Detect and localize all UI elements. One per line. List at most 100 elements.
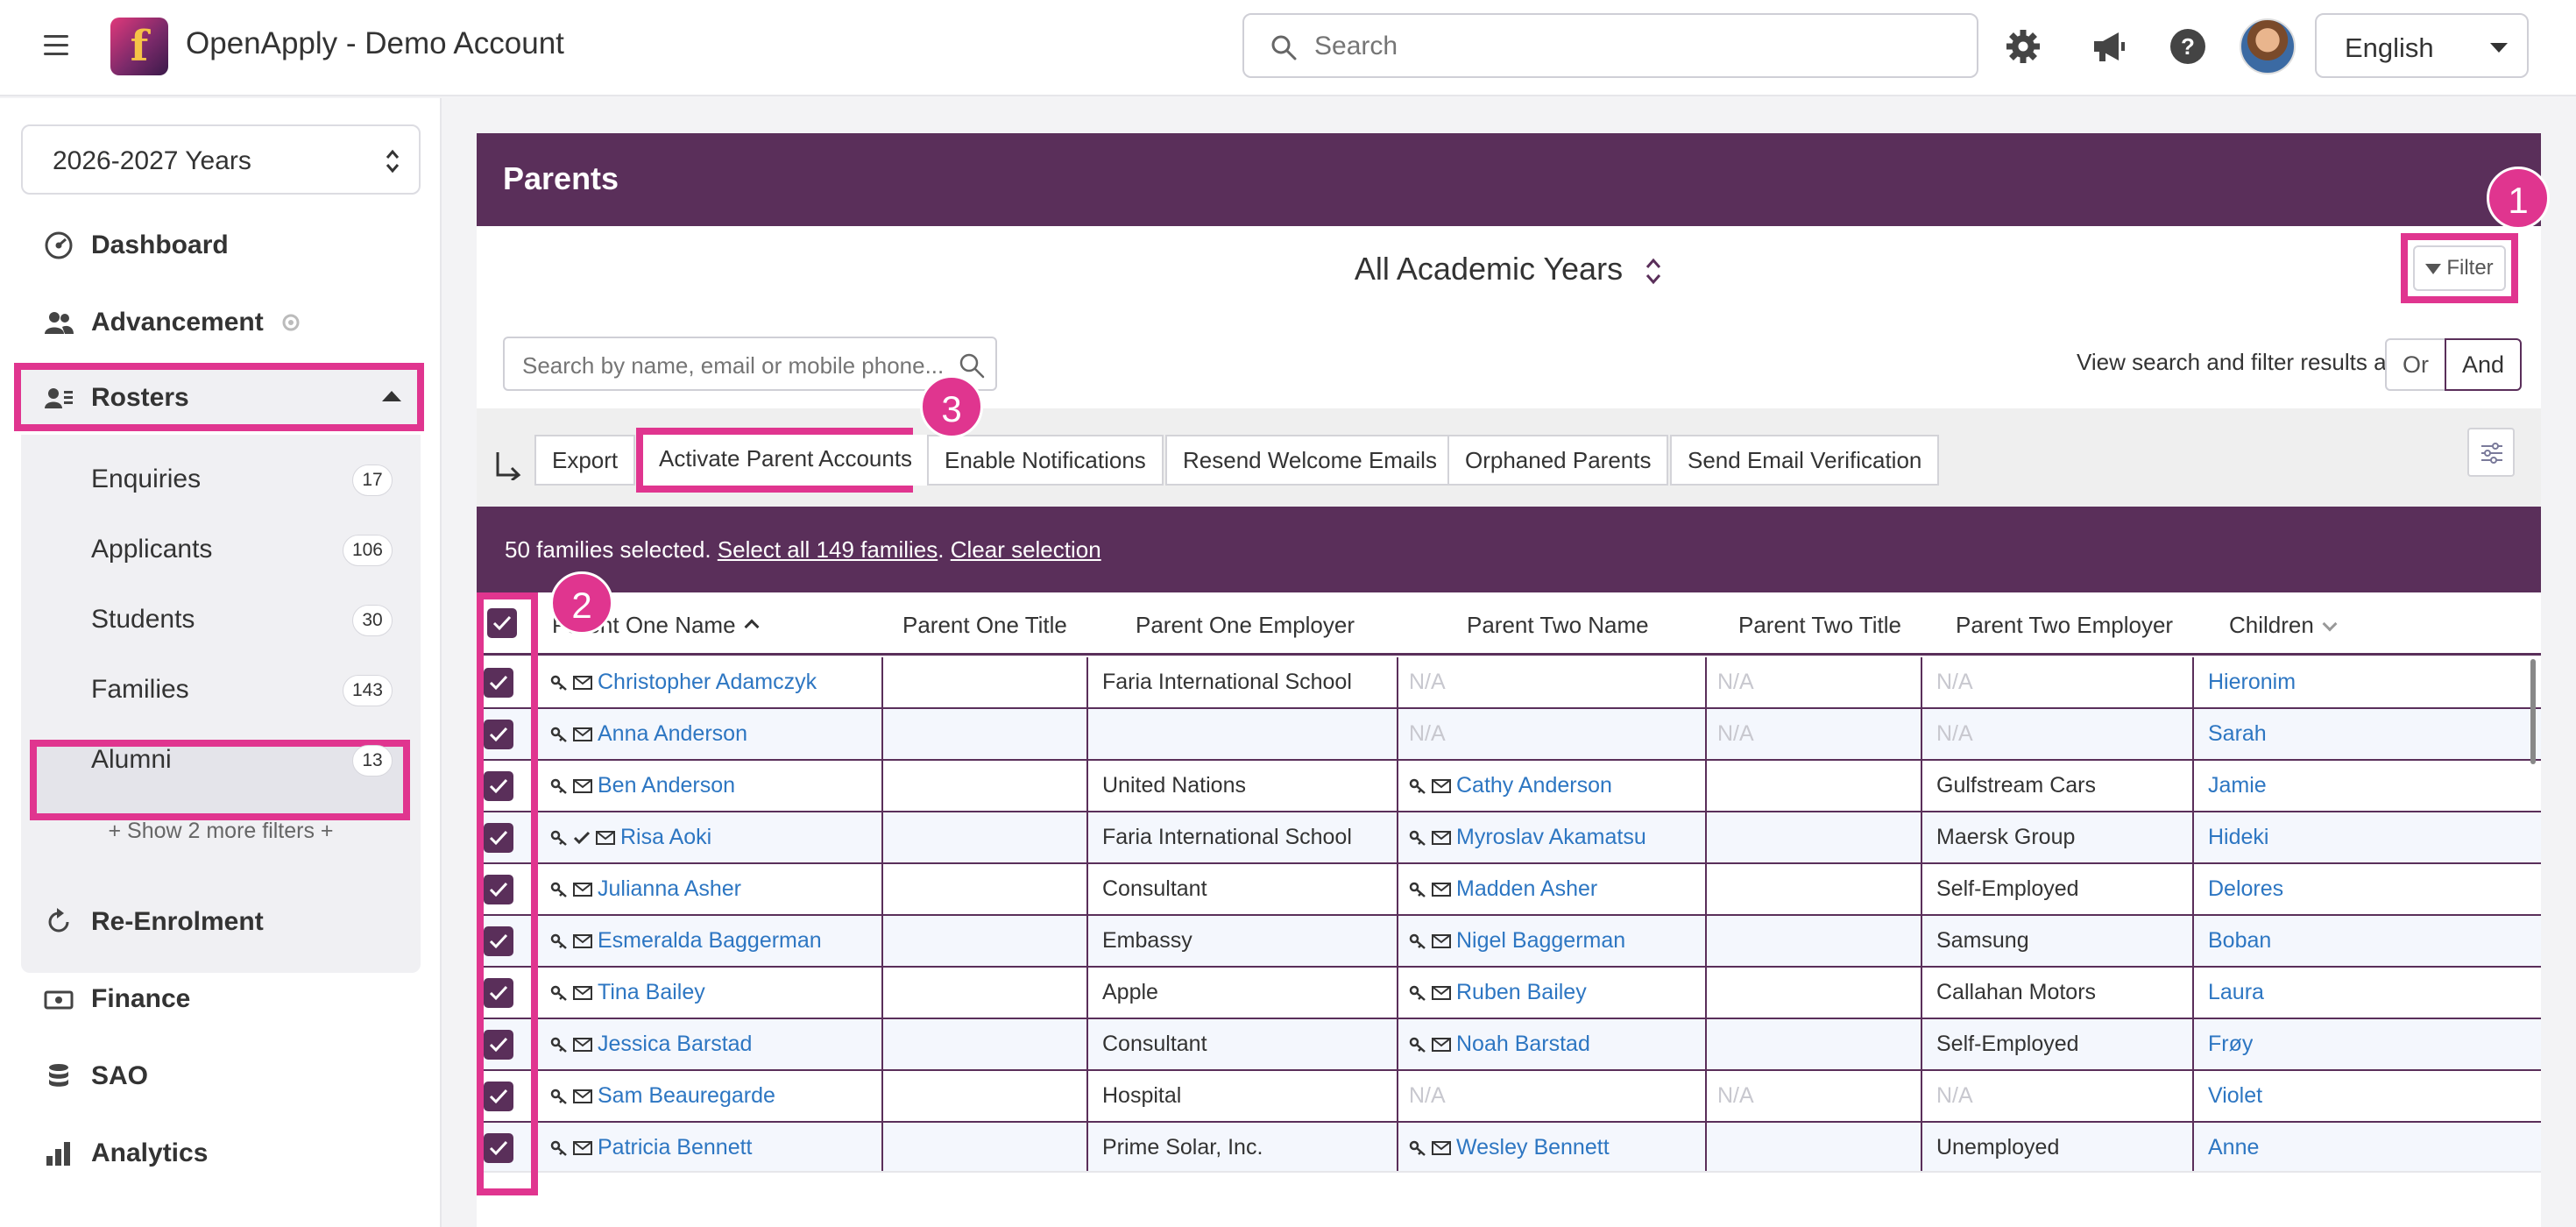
nav-rosters[interactable]: Rosters [44, 372, 189, 424]
row-checkbox[interactable] [484, 720, 513, 749]
global-search[interactable] [1242, 13, 1978, 78]
academic-years-select[interactable]: All Academic Years [477, 251, 2541, 290]
nav-sao[interactable]: SAO [44, 1050, 148, 1103]
orphaned-parents-button[interactable]: Orphaned Parents [1447, 435, 1669, 486]
app-logo[interactable]: f [110, 18, 168, 75]
child-link[interactable]: Frøy [2208, 1019, 2253, 1069]
child-link[interactable]: Laura [2208, 968, 2264, 1018]
row-checkbox[interactable] [484, 823, 513, 853]
table-row[interactable]: Sam Beauregarde Hospital N/A N/A N/A Violet [477, 1071, 2541, 1123]
sub-item-applicants[interactable]: Applicants 106 [91, 524, 393, 577]
parent-two-link[interactable]: Cathy Anderson [1456, 773, 1612, 798]
table-scrollbar[interactable] [2530, 659, 2536, 764]
cell-divider [1921, 1019, 1922, 1069]
cell-divider [1086, 1071, 1088, 1121]
parent-one-link[interactable]: Esmeralda Baggerman [598, 928, 822, 953]
view-and-toggle[interactable]: And [2445, 338, 2522, 391]
table-row[interactable]: Julianna Asher Consultant Madden Asher Self… [477, 864, 2541, 916]
enable-notifications-button[interactable]: Enable Notifications [927, 435, 1164, 486]
nav-analytics[interactable]: Analytics [44, 1127, 208, 1180]
row-checkbox[interactable] [484, 668, 513, 698]
nav-dashboard[interactable]: Dashboard [44, 219, 229, 272]
megaphone-icon[interactable] [2089, 26, 2129, 67]
parent-two-link[interactable]: Ruben Bailey [1456, 980, 1587, 1004]
send-email-verification-button[interactable]: Send Email Verification [1670, 435, 1940, 486]
table-search[interactable] [503, 337, 997, 391]
sub-item-students[interactable]: Students 30 [91, 594, 393, 647]
nav-re-enrolment[interactable]: Re-Enrolment [44, 896, 264, 948]
child-link[interactable]: Delores [2208, 864, 2283, 914]
clear-selection-link[interactable]: Clear selection [951, 536, 1101, 563]
updown-icon [386, 149, 400, 174]
global-search-input[interactable] [1314, 27, 1945, 66]
parent-one-link[interactable]: Ben Anderson [598, 773, 735, 798]
parent-one-link[interactable]: Tina Bailey [598, 980, 705, 1004]
cell-divider [1705, 1019, 1707, 1069]
resend-welcome-button[interactable]: Resend Welcome Emails [1165, 435, 1454, 486]
child-link[interactable]: Jamie [2208, 761, 2267, 811]
table-row[interactable]: Esmeralda Baggerman Embassy Nigel Baggerma… [477, 916, 2541, 968]
child-link[interactable]: Hideki [2208, 812, 2268, 862]
parent-one-link[interactable]: Jessica Barstad [598, 1032, 752, 1056]
parent-two-link[interactable]: Noah Barstad [1456, 1032, 1590, 1056]
child-link[interactable]: Violet [2208, 1071, 2262, 1121]
table-search-input[interactable] [522, 349, 943, 382]
view-or-toggle[interactable]: Or [2385, 338, 2446, 391]
child-link[interactable]: Boban [2208, 916, 2271, 966]
user-avatar[interactable] [2240, 18, 2296, 74]
col-parent-two-title[interactable]: Parent Two Title [1738, 612, 1901, 639]
col-parent-two-name[interactable]: Parent Two Name [1467, 612, 1649, 639]
row-checkbox[interactable] [484, 1082, 513, 1111]
sub-item-enquiries[interactable]: Enquiries 17 [91, 454, 393, 507]
sub-item-alumni[interactable]: Alumni 13 [91, 734, 393, 787]
parent-two-link[interactable]: Wesley Bennett [1456, 1135, 1610, 1160]
select-all-checkbox[interactable] [487, 608, 517, 638]
parent-two-link[interactable]: Nigel Baggerman [1456, 928, 1625, 953]
row-checkbox[interactable] [484, 978, 513, 1008]
parent-two-link[interactable]: Myroslav Akamatsu [1456, 825, 1646, 849]
filter-button[interactable]: Filter [2413, 245, 2506, 291]
row-checkbox[interactable] [484, 1133, 513, 1163]
table-row[interactable]: Ben Anderson United Nations Cathy Anderson… [477, 761, 2541, 812]
help-icon[interactable]: ? [2168, 26, 2208, 67]
column-settings-button[interactable] [2467, 428, 2515, 477]
show-more-filters-link[interactable]: + Show 2 more filters + [0, 819, 442, 844]
settings-gear-icon[interactable] [2003, 26, 2043, 67]
export-button[interactable]: Export [534, 435, 636, 486]
parent-one-link[interactable]: Patricia Bennett [598, 1135, 753, 1160]
parent-one-link[interactable]: Christopher Adamczyk [598, 670, 817, 694]
row-checkbox[interactable] [484, 1030, 513, 1060]
parent-one-link[interactable]: Risa Aoki [620, 825, 711, 849]
menu-icon[interactable] [44, 35, 68, 56]
parent-two-link[interactable]: Madden Asher [1456, 876, 1597, 901]
child-link[interactable]: Sarah [2208, 709, 2267, 759]
parent-one-link[interactable]: Julianna Asher [598, 876, 741, 901]
table-row[interactable]: Tina Bailey Apple Ruben Bailey Callahan Mot… [477, 968, 2541, 1019]
table-row[interactable]: Jessica Barstad Consultant Noah Barstad Sel… [477, 1019, 2541, 1071]
row-checkbox[interactable] [484, 771, 513, 801]
row-checkbox[interactable] [484, 875, 513, 904]
select-all-link[interactable]: Select all 149 families [718, 536, 938, 563]
parent-one-link[interactable]: Sam Beauregarde [598, 1083, 775, 1108]
col-parent-one-title[interactable]: Parent One Title [902, 612, 1067, 639]
table-row[interactable]: Christopher Adamczyk Faria International … [477, 657, 2541, 709]
table-row[interactable]: Risa Aoki Faria International School Myros… [477, 812, 2541, 864]
settings-gear-icon[interactable] [280, 311, 302, 334]
sub-item-families[interactable]: Families 143 [91, 664, 393, 717]
col-children[interactable]: Children [2229, 612, 2338, 639]
child-link[interactable]: Anne [2208, 1123, 2259, 1171]
parent-two-employer-cell: Callahan Motors [1936, 980, 2097, 1004]
col-parent-two-employer[interactable]: Parent Two Employer [1956, 612, 2173, 639]
row-checkbox[interactable] [484, 926, 513, 956]
language-select[interactable]: English [2315, 13, 2529, 78]
year-select[interactable]: 2026-2027 Years [21, 124, 421, 195]
parent-one-link[interactable]: Anna Anderson [598, 721, 747, 746]
chevron-up-icon[interactable] [382, 391, 401, 401]
table-row[interactable]: Patricia Bennett Prime Solar, Inc. Wesley … [477, 1123, 2541, 1171]
table-row[interactable]: Anna Anderson N/A N/A N/A Sarah [477, 709, 2541, 761]
nav-finance[interactable]: Finance [44, 973, 190, 1025]
nav-advancement[interactable]: Advancement [44, 296, 302, 349]
col-parent-one-employer[interactable]: Parent One Employer [1136, 612, 1355, 639]
child-link[interactable]: Hieronim [2208, 657, 2296, 707]
activate-parent-accounts-button[interactable]: Activate Parent Accounts [643, 435, 929, 486]
